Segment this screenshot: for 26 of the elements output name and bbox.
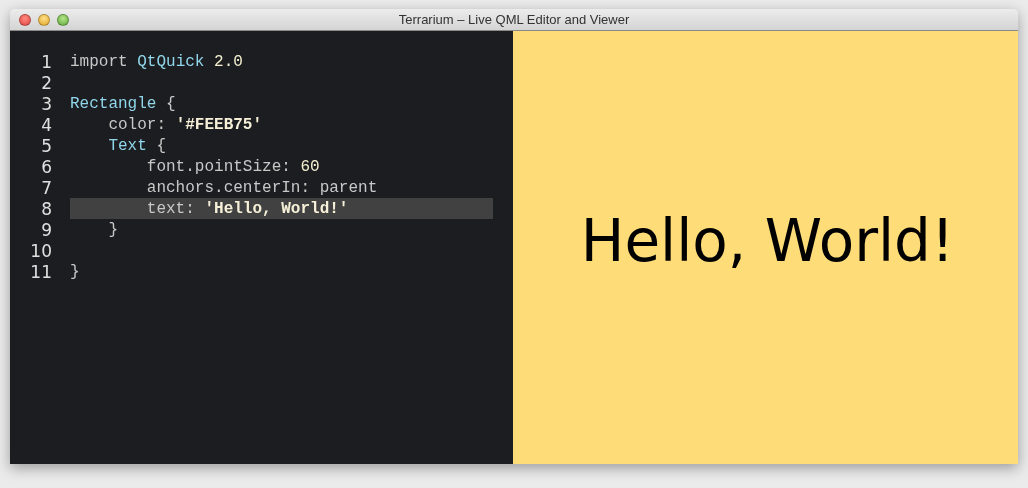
line-number: 2	[40, 72, 53, 93]
code-line: color: '#FEEB75'	[107, 114, 264, 135]
line-number: 7	[40, 177, 53, 198]
code-line: }	[70, 261, 81, 282]
line-number: 10	[29, 240, 53, 261]
line-number: 4	[40, 114, 53, 135]
code-line: }	[107, 219, 119, 240]
line-number: 9	[40, 219, 53, 240]
window-title: Terrarium – Live QML Editor and Viewer	[398, 12, 630, 27]
line-number: 8	[40, 198, 53, 219]
minimize-button[interactable]	[38, 13, 50, 26]
close-button[interactable]	[19, 13, 31, 26]
line-number: 5	[40, 135, 53, 156]
current-line-highlight: text: 'Hello, World!'	[70, 198, 493, 219]
line-number: 6	[40, 156, 53, 177]
code-editor[interactable]: 1 import QtQuick 2.0 2 3 Rectangle { 4 color: '#FEEB75' 5 Text { 6 font.pointSize: 60 7 anchors.centerIn: parent 8 text: 'Hello, World!' 9 } 10 11 }	[10, 31, 513, 464]
code-line: font.pointSize: 60	[145, 156, 321, 177]
code-line: Rectangle {	[70, 93, 177, 114]
code-line: import QtQuick 2.0	[70, 51, 244, 72]
code-line: Text {	[107, 135, 167, 156]
code-line: anchors.centerIn: parent	[145, 177, 379, 198]
zoom-button[interactable]	[57, 13, 69, 26]
line-number: 1	[40, 51, 53, 72]
line-number: 11	[29, 261, 53, 282]
line-number: 3	[40, 93, 53, 114]
preview-text: Hello, World!	[580, 206, 955, 277]
